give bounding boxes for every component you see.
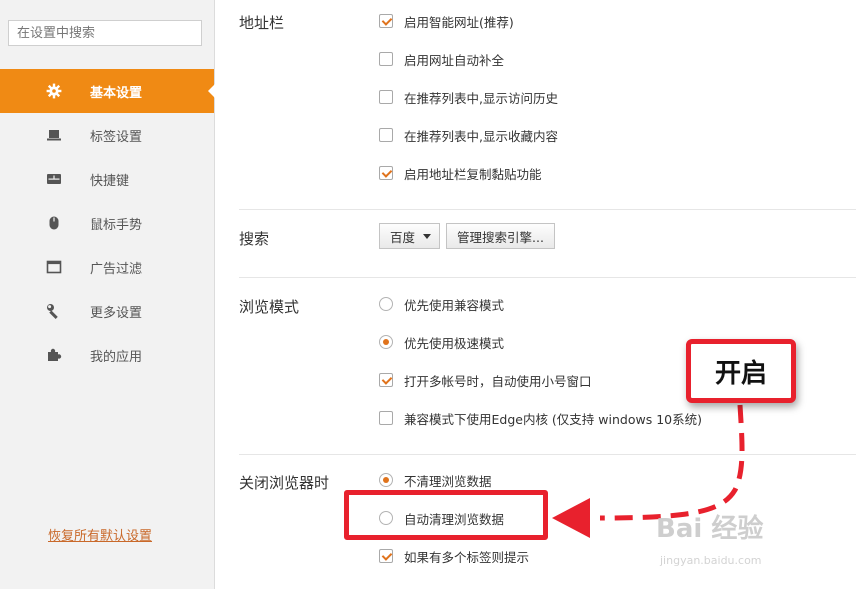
- option-show-favorites[interactable]: 在推荐列表中,显示收藏内容: [379, 126, 558, 144]
- section-divider: [239, 454, 856, 455]
- checkbox-unchecked[interactable]: [379, 52, 393, 66]
- watermark-url: jingyan.baidu.com: [660, 554, 762, 567]
- settings-sidebar: 基本设置 标签设置 快捷键 鼠标手势 广告过滤: [0, 0, 215, 589]
- manage-search-engines-button[interactable]: 管理搜索引擎...: [446, 223, 555, 249]
- settings-nav: 基本设置 标签设置 快捷键 鼠标手势 广告过滤 更多设置 我的应用: [0, 69, 215, 377]
- keyboard-icon: [46, 171, 62, 187]
- radio-unselected[interactable]: [379, 297, 393, 311]
- sidebar-item-label: 广告过滤: [90, 261, 143, 277]
- option-multi-tab-prompt[interactable]: 如果有多个标签则提示: [379, 547, 529, 565]
- laptop-icon: [46, 127, 62, 143]
- sidebar-item-label: 更多设置: [90, 305, 143, 321]
- restore-defaults-link[interactable]: 恢复所有默认设置: [48, 525, 152, 544]
- section-title-browse-mode: 浏览模式: [239, 298, 300, 316]
- section-title-on-close: 关闭浏览器时: [239, 474, 330, 492]
- sidebar-item-basic-settings[interactable]: 基本设置: [0, 69, 215, 113]
- sidebar-item-ad-filter[interactable]: 广告过滤: [0, 245, 214, 289]
- section-divider: [239, 277, 856, 278]
- sidebar-item-label: 基本设置: [90, 85, 143, 101]
- option-speed-mode[interactable]: 优先使用极速模式: [379, 333, 504, 351]
- option-smart-url[interactable]: 启用智能网址(推荐): [379, 12, 514, 30]
- sidebar-item-label: 标签设置: [90, 129, 143, 145]
- checkbox-checked[interactable]: [379, 373, 393, 387]
- sidebar-item-label: 鼠标手势: [90, 217, 143, 233]
- wrench-icon: [46, 303, 62, 319]
- gear-icon: [46, 83, 62, 99]
- checkbox-checked[interactable]: [379, 166, 393, 180]
- option-multi-account-window[interactable]: 打开多帐号时，自动使用小号窗口: [379, 371, 592, 389]
- highlight-box: [344, 490, 548, 540]
- window-icon: [46, 259, 62, 275]
- watermark-logo: Bai 经验: [656, 514, 764, 544]
- mouse-icon: [46, 215, 62, 231]
- section-title-address-bar: 地址栏: [239, 14, 285, 32]
- option-show-history[interactable]: 在推荐列表中,显示访问历史: [379, 88, 558, 106]
- sidebar-item-label: 我的应用: [90, 349, 143, 365]
- sidebar-item-tab-settings[interactable]: 标签设置: [0, 113, 214, 157]
- sidebar-item-mouse-gestures[interactable]: 鼠标手势: [0, 201, 214, 245]
- dropdown-caret-icon: [423, 234, 431, 239]
- option-keep-browsing-data[interactable]: 不清理浏览数据: [379, 471, 492, 489]
- checkbox-unchecked[interactable]: [379, 411, 393, 425]
- option-compat-mode[interactable]: 优先使用兼容模式: [379, 295, 504, 313]
- search-engine-select[interactable]: 百度: [379, 223, 440, 249]
- option-copy-paste[interactable]: 启用地址栏复制黏贴功能: [379, 164, 542, 182]
- sidebar-item-my-apps[interactable]: 我的应用: [0, 333, 214, 377]
- sidebar-item-shortcuts[interactable]: 快捷键: [0, 157, 214, 201]
- option-edge-kernel[interactable]: 兼容模式下使用Edge内核 (仅支持 windows 10系统): [379, 409, 702, 427]
- checkbox-checked[interactable]: [379, 549, 393, 563]
- sidebar-item-more-settings[interactable]: 更多设置: [0, 289, 214, 333]
- radio-selected[interactable]: [379, 335, 393, 349]
- section-title-search: 搜索: [239, 230, 270, 248]
- checkbox-unchecked[interactable]: [379, 128, 393, 142]
- section-divider: [239, 209, 856, 210]
- checkbox-unchecked[interactable]: [379, 90, 393, 104]
- sidebar-item-label: 快捷键: [90, 173, 130, 189]
- option-url-autocomplete[interactable]: 启用网址自动补全: [379, 50, 504, 68]
- callout-label: 开启: [686, 339, 796, 403]
- radio-selected[interactable]: [379, 473, 393, 487]
- settings-search-input[interactable]: [8, 20, 202, 46]
- puzzle-icon: [46, 347, 62, 363]
- checkbox-checked[interactable]: [379, 14, 393, 28]
